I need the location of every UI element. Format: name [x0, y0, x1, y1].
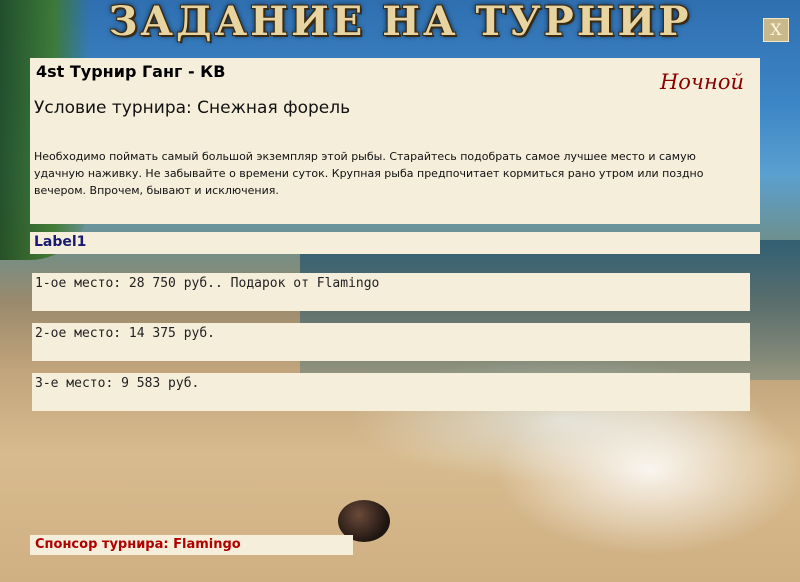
tournament-condition: Условие турнира: Снежная форель — [34, 98, 351, 118]
tournament-info-panel: 4st Турнир Ганг - КВ Ночной Условие турн… — [30, 58, 760, 224]
label1-box: Label1 — [30, 232, 760, 254]
sponsor-box: Спонсор турнира: Flamingo — [30, 535, 353, 555]
label1-text: Label1 — [34, 234, 87, 250]
prize-first: 1-ое место: 28 750 руб.. Подарок от Flam… — [32, 273, 750, 311]
tournament-window: ЗАДАНИЕ НА ТУРНИР X 4st Турнир Ганг - КВ… — [0, 0, 800, 582]
prize-first-text: 1-ое место: 28 750 руб.. Подарок от Flam… — [35, 276, 380, 291]
window-title: ЗАДАНИЕ НА ТУРНИР — [108, 0, 692, 45]
prize-second: 2-ое место: 14 375 руб. — [32, 323, 750, 361]
time-of-day: Ночной — [659, 70, 744, 94]
sponsor-text: Спонсор турнира: Flamingo — [35, 537, 241, 552]
tournament-description: Необходимо поймать самый большой экземпл… — [34, 150, 704, 197]
tournament-name: 4st Турнир Ганг - КВ — [36, 62, 226, 81]
close-button[interactable]: X — [763, 18, 789, 42]
prize-third: 3-е место: 9 583 руб. — [32, 373, 750, 411]
prize-second-text: 2-ое место: 14 375 руб. — [35, 326, 216, 341]
prize-third-text: 3-е место: 9 583 руб. — [35, 376, 200, 391]
